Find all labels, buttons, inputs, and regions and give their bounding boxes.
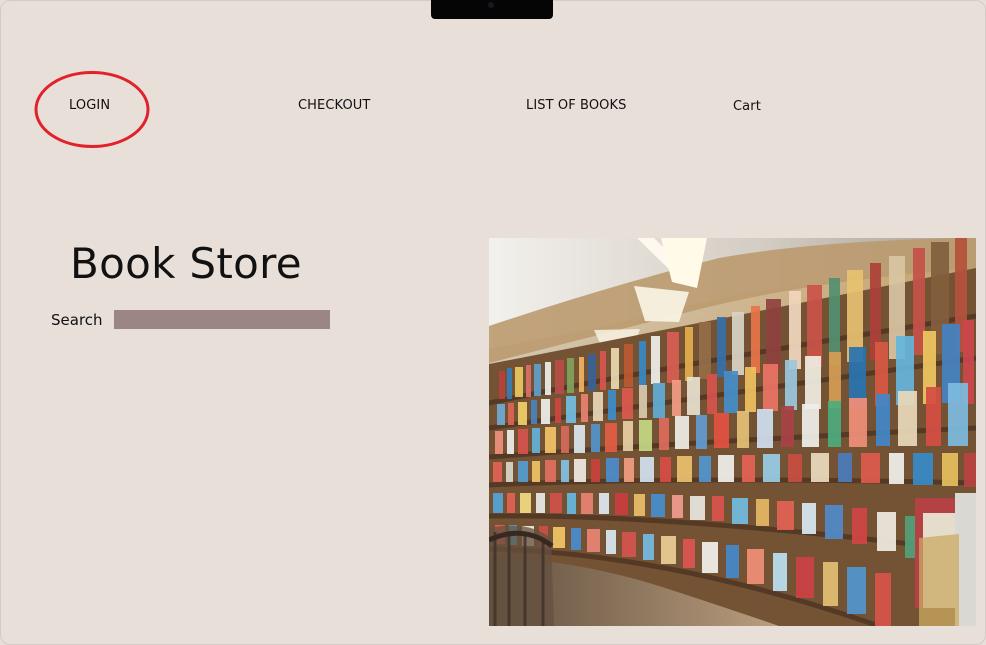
nav-checkout-link[interactable]: CHECKOUT <box>298 98 370 113</box>
camera-icon <box>488 2 494 8</box>
nav-list-of-books-link[interactable]: LIST OF BOOKS <box>526 98 626 113</box>
page-title: Book Store <box>70 239 302 288</box>
library-bookshelves-image <box>489 238 976 626</box>
camera-notch <box>431 0 553 19</box>
library-bookshelves-icon <box>489 238 976 626</box>
search-input[interactable] <box>114 310 330 329</box>
nav-cart-link[interactable]: Cart <box>733 99 761 114</box>
red-annotation-circle-icon <box>34 71 150 148</box>
search-label: Search <box>51 311 103 329</box>
